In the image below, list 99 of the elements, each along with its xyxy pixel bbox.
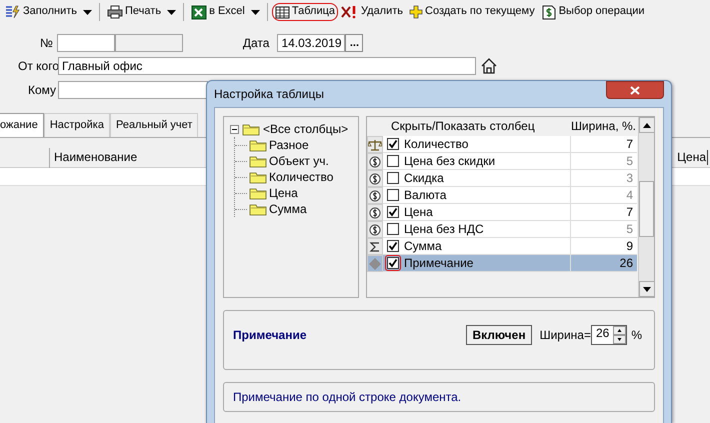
field-label: Дата bbox=[242, 36, 270, 50]
row-selector[interactable] bbox=[367, 170, 383, 187]
checkbox[interactable] bbox=[385, 136, 401, 152]
row-selector[interactable] bbox=[367, 204, 383, 221]
date-field[interactable]: 14.03.2019 bbox=[277, 34, 346, 52]
scroll-down-button[interactable] bbox=[639, 281, 655, 297]
row-selector[interactable] bbox=[367, 187, 383, 204]
up-arrow-icon bbox=[643, 122, 651, 128]
toolbar-button[interactable]: в Excel bbox=[188, 3, 263, 21]
printer-icon bbox=[107, 5, 124, 19]
width-value: 4 bbox=[626, 188, 633, 202]
width-value: 5 bbox=[626, 222, 633, 236]
document-icon bbox=[540, 4, 557, 20]
row-selector[interactable] bbox=[367, 221, 383, 238]
fill-icon bbox=[5, 5, 21, 19]
column-header: Ширина, %. bbox=[570, 119, 636, 134]
tree-item[interactable]: <Все столбцы> bbox=[263, 122, 348, 136]
width-value: 26 bbox=[620, 256, 633, 270]
spin-up-icon[interactable] bbox=[613, 326, 626, 335]
toggle-button[interactable]: Включен bbox=[466, 324, 532, 346]
folder-icon bbox=[249, 154, 267, 168]
tree-item[interactable]: Цена bbox=[269, 186, 298, 200]
folder-icon bbox=[249, 138, 267, 152]
folder-icon bbox=[249, 170, 267, 184]
home-icon[interactable] bbox=[480, 57, 498, 75]
date-picker-button[interactable]: ... bbox=[345, 34, 364, 52]
tab[interactable]: Настройка bbox=[44, 112, 110, 137]
tree-item[interactable]: Разное bbox=[269, 138, 309, 152]
scroll-up-button[interactable] bbox=[639, 117, 655, 133]
scales-icon bbox=[368, 138, 382, 150]
toolbar-button[interactable]: Создать по текущему bbox=[406, 3, 538, 21]
column-name[interactable]: Сумма bbox=[404, 238, 442, 254]
checkbox[interactable] bbox=[385, 170, 401, 186]
toolbar-button[interactable]: Печать bbox=[104, 3, 180, 21]
diamond-icon bbox=[368, 256, 382, 270]
toolbar-button[interactable]: Выбор операции bbox=[538, 3, 648, 21]
table-icon bbox=[274, 6, 290, 18]
toolbar-button[interactable]: Заполнить bbox=[2, 3, 96, 21]
input-field[interactable] bbox=[56, 34, 115, 52]
width-value: 7 bbox=[626, 204, 633, 220]
checkbox[interactable] bbox=[385, 221, 401, 237]
caret-icon bbox=[167, 10, 176, 14]
input-field[interactable] bbox=[114, 34, 183, 52]
caret-icon bbox=[250, 10, 260, 14]
toolbar-button[interactable]: Удалить bbox=[338, 3, 406, 21]
scrollbar-thumb[interactable] bbox=[639, 181, 654, 237]
check-icon bbox=[388, 207, 398, 217]
tree-item[interactable]: Объект уч. bbox=[269, 154, 329, 168]
coin-icon bbox=[369, 206, 381, 218]
spreadsheet-icon bbox=[191, 4, 208, 20]
column-header: Наименование bbox=[53, 150, 138, 165]
plus-icon bbox=[409, 5, 424, 19]
column-name[interactable]: Цена bbox=[404, 204, 433, 220]
down-arrow-icon bbox=[643, 286, 651, 292]
column-name[interactable]: Скидка bbox=[404, 170, 444, 186]
field-label: Ширина= bbox=[540, 328, 591, 342]
checkbox[interactable] bbox=[385, 238, 401, 254]
description-text: Примечание по одной строке документа. bbox=[233, 390, 462, 404]
tree-item[interactable]: Сумма bbox=[269, 202, 307, 216]
width-value: 3 bbox=[626, 170, 633, 186]
folder-icon bbox=[249, 202, 267, 216]
checkbox[interactable] bbox=[385, 187, 401, 203]
width-value: 7 bbox=[626, 136, 633, 152]
checkbox[interactable] bbox=[385, 255, 401, 271]
input-field[interactable] bbox=[58, 81, 208, 99]
coin-icon bbox=[369, 172, 381, 184]
column-name[interactable]: Валюта bbox=[404, 188, 446, 202]
field-label: От кого bbox=[18, 58, 58, 74]
unit-label: % bbox=[631, 328, 642, 342]
field-label: Кому bbox=[28, 82, 58, 98]
column-name: Примечание bbox=[233, 328, 307, 342]
check-icon bbox=[388, 139, 398, 149]
spin-down-icon[interactable] bbox=[613, 335, 626, 344]
column-header: Скрыть/Показать столбец bbox=[391, 119, 535, 134]
folder-icon bbox=[242, 122, 260, 136]
close-button[interactable] bbox=[606, 81, 664, 99]
toolbar-button[interactable]: Таблица bbox=[272, 3, 338, 21]
checkbox[interactable] bbox=[385, 204, 401, 220]
width-value: 9 bbox=[626, 238, 633, 254]
caret-icon bbox=[83, 10, 92, 14]
coin-icon bbox=[369, 224, 381, 236]
sigma-icon bbox=[369, 240, 381, 252]
width-value: 5 bbox=[626, 154, 633, 168]
expander-icon[interactable] bbox=[230, 124, 239, 134]
folder-icon bbox=[249, 186, 267, 200]
input-field[interactable]: Главный офис bbox=[58, 57, 476, 75]
coin-icon bbox=[369, 156, 381, 168]
coin-icon bbox=[369, 190, 381, 202]
tab[interactable]: Реальный учет bbox=[110, 112, 198, 137]
dialog-title: Настройка таблицы bbox=[214, 86, 324, 102]
column-header: Цена bbox=[677, 150, 708, 165]
row-selector[interactable] bbox=[367, 238, 383, 255]
width-spinner[interactable]: 26 bbox=[590, 325, 628, 345]
checkbox[interactable] bbox=[385, 153, 401, 169]
tree-item[interactable]: Количество bbox=[269, 170, 334, 184]
close-icon bbox=[630, 86, 640, 94]
row-selector[interactable] bbox=[367, 153, 383, 170]
field-label: № bbox=[40, 36, 53, 50]
tab[interactable]: ожание bbox=[0, 112, 44, 137]
